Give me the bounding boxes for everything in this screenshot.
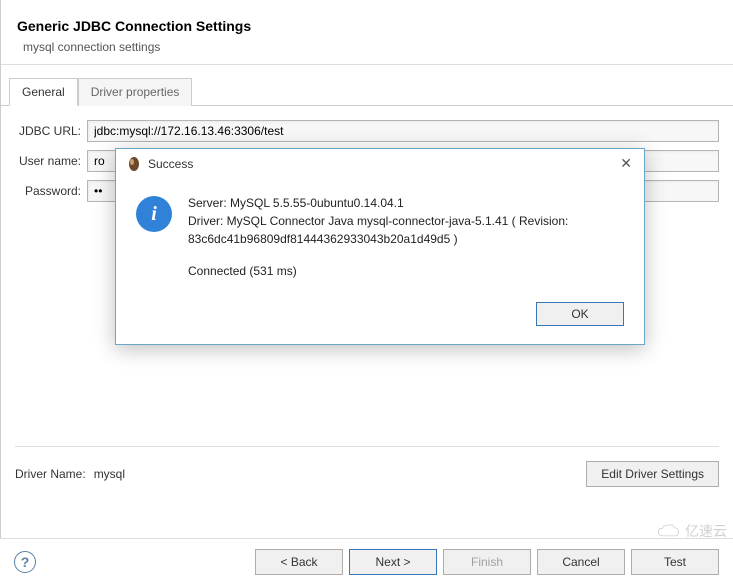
driver-name-value: mysql [94,467,587,481]
back-button[interactable]: < Back [255,549,343,575]
finish-button[interactable]: Finish [443,549,531,575]
msg-line: Server: MySQL 5.5.55-0ubuntu0.14.04.1 [188,194,568,212]
tab-general[interactable]: General [9,78,78,106]
driver-row: Driver Name: mysql Edit Driver Settings [1,447,733,501]
jdbc-url-input[interactable] [87,120,719,142]
edit-driver-settings-button[interactable]: Edit Driver Settings [586,461,719,487]
driver-name-label: Driver Name: [15,467,86,481]
msg-line: Driver: MySQL Connector Java mysql-conne… [188,212,568,230]
username-label: User name: [15,154,87,168]
msg-line: Connected (531 ms) [188,262,568,280]
ok-button[interactable]: OK [536,302,624,326]
info-icon: i [136,196,172,232]
page-subtitle: mysql connection settings [23,40,717,54]
dialog-title: Success [148,157,616,171]
password-label: Password: [15,184,87,198]
dialog-titlebar: Success ✕ [116,149,644,178]
next-button[interactable]: Next > [349,549,437,575]
header: Generic JDBC Connection Settings mysql c… [1,0,733,64]
tabs: General Driver properties [1,77,733,106]
close-icon[interactable]: ✕ [616,155,636,172]
tab-driver-properties[interactable]: Driver properties [78,78,193,106]
app-icon [126,156,142,172]
jdbc-url-label: JDBC URL: [15,124,87,138]
help-icon[interactable]: ? [14,551,36,573]
dialog-body: i Server: MySQL 5.5.55-0ubuntu0.14.04.1 … [116,178,644,288]
divider [1,64,733,65]
footer: ? < Back Next > Finish Cancel Test [0,538,733,585]
dialog-footer: OK [116,288,644,344]
test-button[interactable]: Test [631,549,719,575]
dialog-message: Server: MySQL 5.5.55-0ubuntu0.14.04.1 Dr… [188,194,568,280]
msg-line: 83c6dc41b96809df81444362933043b20a1d49d5… [188,230,568,248]
page-title: Generic JDBC Connection Settings [17,18,717,34]
success-dialog: Success ✕ i Server: MySQL 5.5.55-0ubuntu… [115,148,645,345]
cloud-icon [655,523,681,539]
cancel-button[interactable]: Cancel [537,549,625,575]
